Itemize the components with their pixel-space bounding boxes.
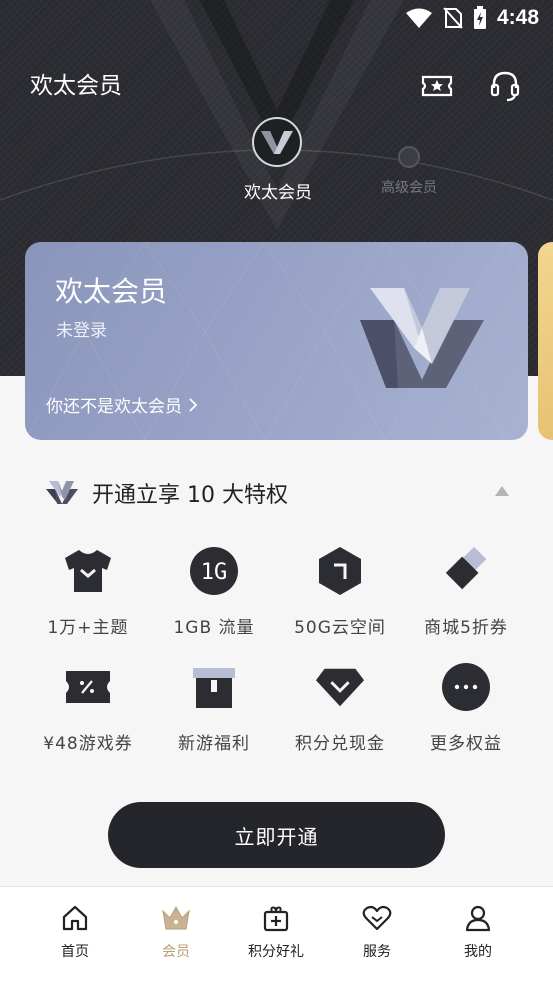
member-levels: 欢太会员 高级会员 [0,116,553,216]
1g-icon-text: 1G [201,560,228,585]
privilege-item-cloud[interactable]: 50G云空间 [276,546,404,656]
nav-item-service[interactable]: 服务 [332,903,422,963]
privilege-item-themes[interactable]: 1万+主题 [24,546,152,656]
chevron-right-icon [189,397,198,412]
privilege-label: 更多权益 [430,734,502,754]
not-member-text: 你还不是欢太会员 [46,397,182,417]
nav-item-home[interactable]: 首页 [30,903,120,963]
profile-icon [465,905,491,932]
headset-icon [490,71,520,102]
v-logo-icon [261,131,293,154]
crown-icon [162,905,190,930]
cloud-storage-icon [319,547,361,595]
level-badge-current[interactable] [252,117,302,167]
title-row: 欢太会员 [30,66,523,106]
privilege-item-game-ticket[interactable]: ¥48游戏券 [24,662,152,772]
1g-data-icon: 1G [190,547,238,595]
v-logo-icon [360,288,484,388]
privilege-label: 1GB 流量 [173,618,255,638]
privilege-label: 50G云空间 [294,618,386,638]
game-ticket-icon [66,671,110,703]
home-icon [62,905,88,931]
privilege-label: 商城5折券 [424,618,508,638]
bottom-nav: 首页 会员 积分好礼 服务 我的 [0,886,553,983]
open-membership-button[interactable]: 立即开通 [108,802,445,868]
collapse-arrow-icon[interactable] [495,486,509,496]
battery-charging-icon [473,6,486,29]
card-login-status: 未登录 [56,321,107,341]
nav-item-points-gifts[interactable]: 积分好礼 [231,903,321,963]
privilege-item-new-game[interactable]: 新游福利 [150,662,278,772]
no-sim-icon [443,7,463,29]
nav-item-member[interactable]: 会员 [131,903,221,963]
not-member-link[interactable]: 你还不是欢太会员 [46,392,198,417]
v-logo-icon [46,481,78,504]
member-screen: 4:48 欢太会员 欢太会员 高级会员 欢太会员 未登录 你还不是欢太会员 开通… [0,0,553,983]
ticket-button[interactable] [419,68,455,104]
more-icon [442,663,490,711]
nav-label: 首页 [61,944,89,960]
wifi-icon [405,8,432,28]
ticket-star-icon [421,75,453,97]
privilege-item-coupon[interactable]: 商城5折券 [402,546,530,656]
privilege-item-data[interactable]: 1G 1GB 流量 [150,546,278,656]
diamond-icon [315,668,365,707]
privilege-item-points-cash[interactable]: 积分兑现金 [276,662,404,772]
privilege-label: 1万+主题 [47,618,129,638]
nav-label: 我的 [464,944,492,960]
coupon-tag-icon [445,546,487,590]
next-card-peek[interactable] [538,242,553,440]
tshirt-icon [65,550,111,592]
customer-service-button[interactable] [487,68,523,104]
card-title: 欢太会员 [55,275,168,308]
gift-box-icon [193,668,235,708]
privilege-label: 新游福利 [178,734,250,754]
privilege-label: ¥48游戏券 [43,734,133,754]
heart-service-icon [362,905,392,931]
points-gift-icon [263,906,289,932]
privilege-item-more[interactable]: 更多权益 [402,662,530,772]
level-current-label: 欢太会员 [244,183,312,203]
level-next-label: 高级会员 [381,180,437,196]
nav-label: 会员 [162,944,190,960]
privileges-header: 开通立享 10 大特权 [46,478,288,508]
privileges-section: 开通立享 10 大特权 1万+主题 1G 1GB 流量 50G云空间 商城5折券… [0,440,553,886]
nav-label: 积分好礼 [248,944,304,960]
privilege-label: 积分兑现金 [295,734,385,754]
nav-item-mine[interactable]: 我的 [433,903,523,963]
privileges-title: 开通立享 10 大特权 [92,483,288,508]
status-time: 4:48 [496,6,539,29]
member-card[interactable]: 欢太会员 未登录 你还不是欢太会员 [25,242,528,440]
status-bar: 4:48 [0,0,553,38]
level-badge-next[interactable] [398,146,420,168]
nav-label: 服务 [363,944,391,960]
